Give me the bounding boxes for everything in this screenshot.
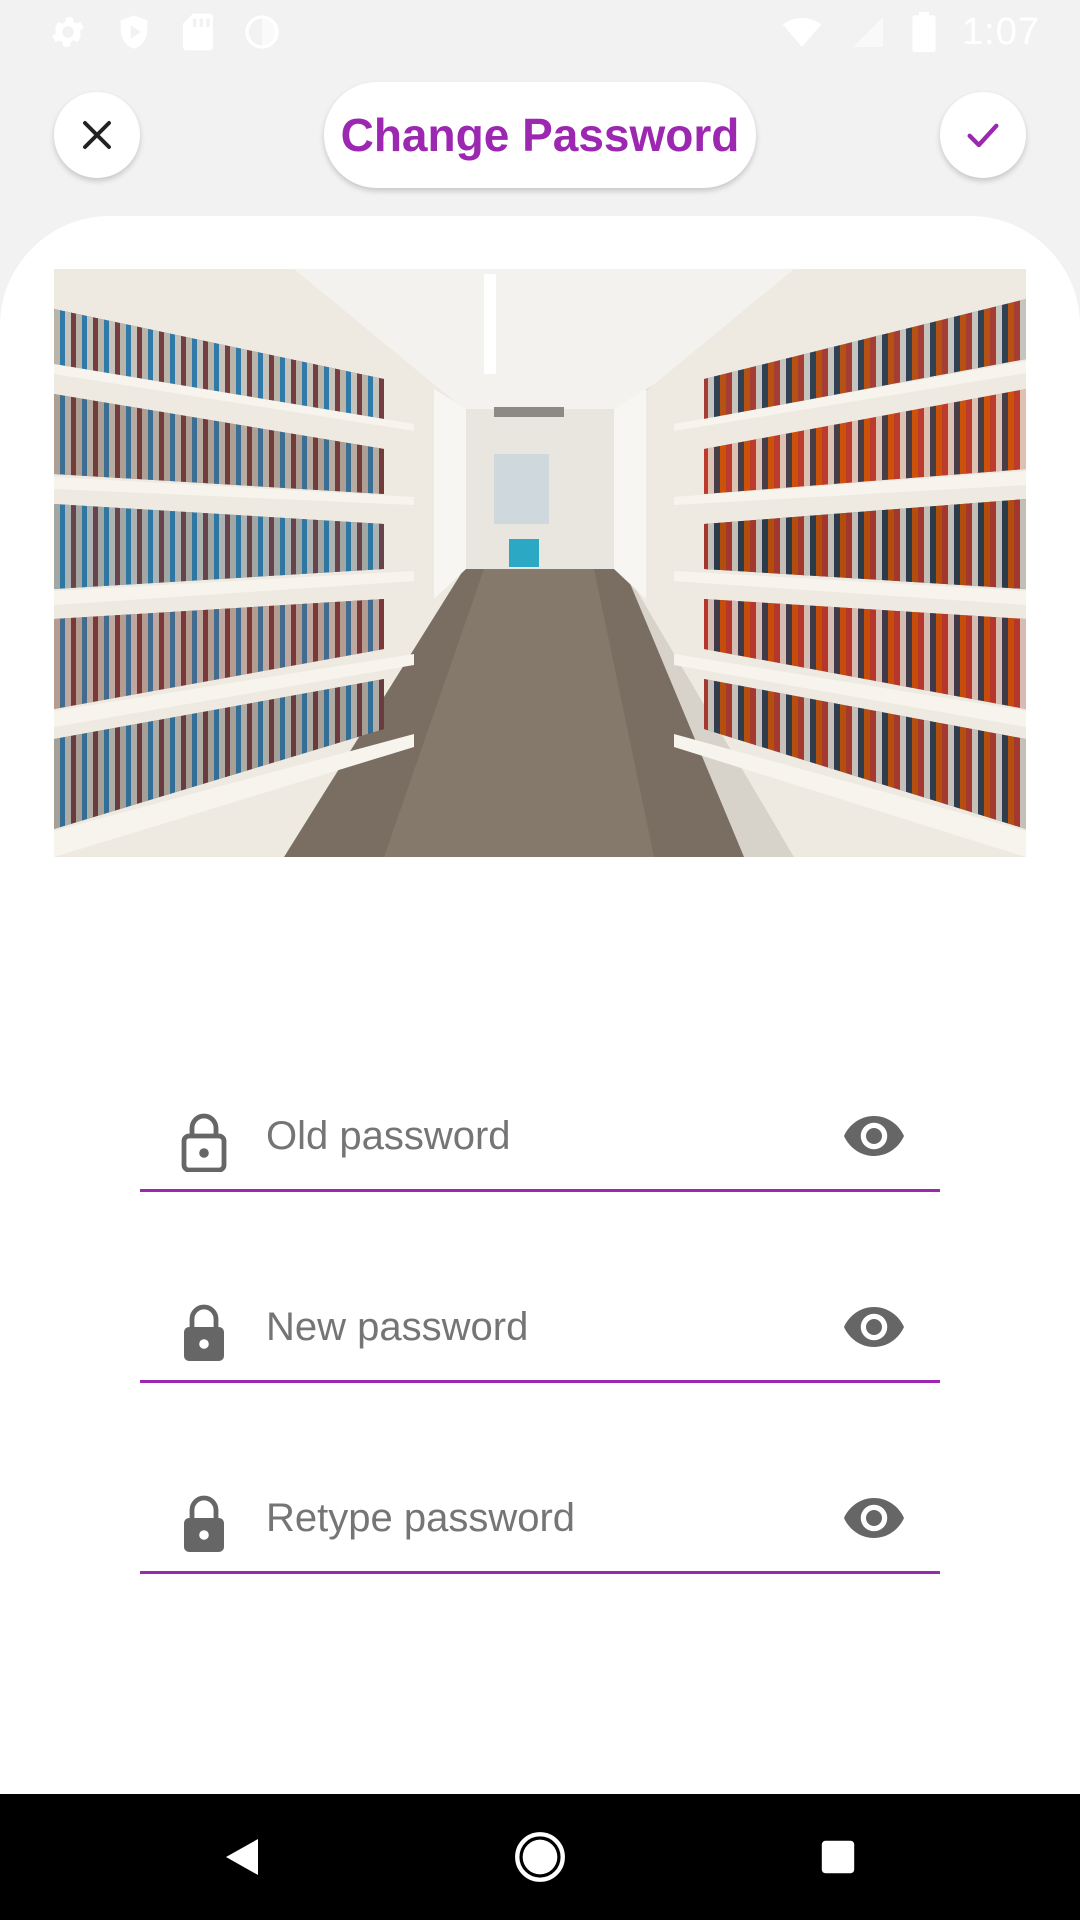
eye-icon[interactable] — [844, 1114, 904, 1158]
library-bookshelves-photo — [54, 269, 1026, 857]
old-password-field[interactable] — [140, 1092, 940, 1192]
title-pill: Change Password — [324, 82, 756, 188]
recents-icon — [821, 1840, 855, 1874]
recents-button[interactable] — [796, 1794, 880, 1920]
back-button[interactable] — [200, 1794, 284, 1920]
eye-icon[interactable] — [844, 1305, 904, 1349]
status-bar: 1:07 — [0, 0, 1080, 64]
close-button[interactable] — [54, 92, 140, 178]
status-time: 1:07 — [962, 10, 1040, 53]
change-password-screen: 1:07 Change Password — [0, 0, 1080, 1920]
lock-icon — [184, 1495, 224, 1552]
signal-icon — [853, 17, 884, 47]
page-title: Change Password — [340, 109, 740, 161]
close-icon — [83, 121, 111, 149]
retype-password-field[interactable] — [140, 1474, 940, 1574]
status-left-icons — [48, 12, 282, 52]
new-password-input[interactable] — [266, 1297, 806, 1357]
lock-icon — [184, 1304, 224, 1361]
sd-card-icon — [183, 13, 213, 51]
eye-icon[interactable] — [844, 1496, 904, 1540]
back-icon — [226, 1839, 258, 1875]
home-icon — [515, 1832, 565, 1882]
battery-icon — [912, 12, 936, 52]
lock-open-icon — [181, 1113, 227, 1172]
status-right-icons: 1:07 — [780, 11, 1040, 54]
old-password-input[interactable] — [266, 1106, 806, 1166]
confirm-button[interactable] — [940, 92, 1026, 178]
gear-icon — [52, 17, 84, 47]
shield-icon — [120, 15, 148, 49]
circle-icon — [245, 15, 279, 49]
check-icon — [967, 123, 999, 148]
retype-password-input[interactable] — [266, 1488, 806, 1548]
navigation-bar — [0, 1794, 1080, 1920]
new-password-field[interactable] — [140, 1283, 940, 1383]
home-button[interactable] — [498, 1794, 582, 1920]
wifi-icon — [782, 17, 822, 47]
